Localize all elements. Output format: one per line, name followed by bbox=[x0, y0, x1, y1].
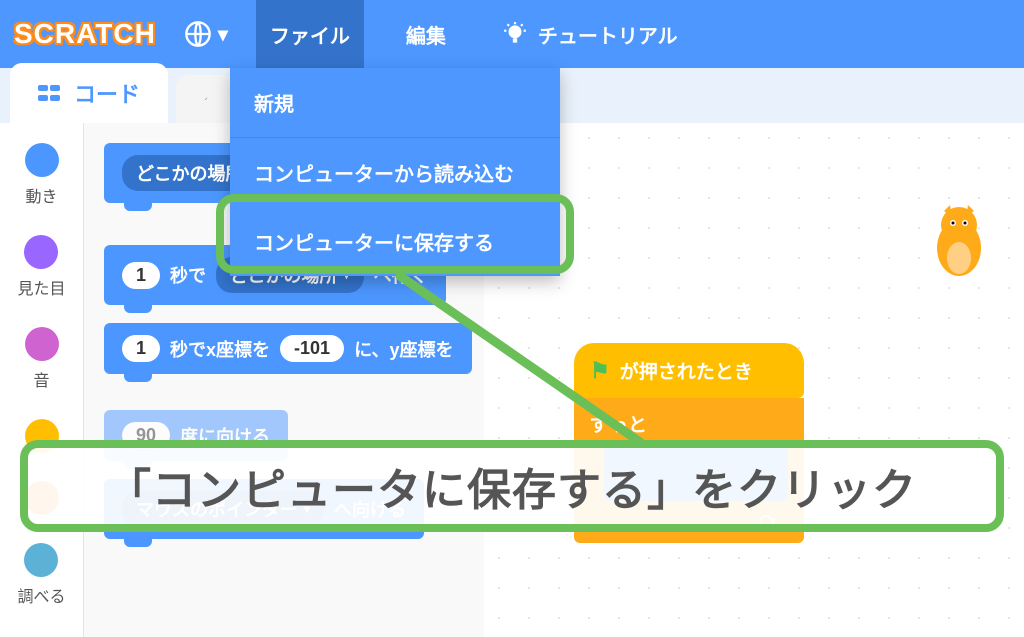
tab-costumes[interactable] bbox=[176, 75, 236, 123]
block-when-flag-clicked[interactable]: ⚑ が押されたとき bbox=[574, 343, 804, 398]
input-glide-secs[interactable]: 1 bbox=[122, 262, 160, 289]
globe-icon bbox=[184, 20, 212, 48]
category-sensing[interactable]: 調べる bbox=[17, 543, 65, 607]
input-glide2-x[interactable]: -101 bbox=[280, 335, 344, 362]
script-workspace[interactable]: ⚑ が押されたとき ずっと bbox=[484, 123, 1024, 637]
category-sound-label: 音 bbox=[33, 367, 49, 391]
looks-dot-icon bbox=[24, 235, 58, 269]
tab-code[interactable]: コード bbox=[10, 63, 168, 123]
lightbulb-icon bbox=[502, 21, 528, 47]
category-looks[interactable]: 見た目 bbox=[17, 235, 65, 299]
instruction-callout: 「コンピュータに保存する」をクリック bbox=[20, 440, 1004, 532]
category-sensing-label: 調べる bbox=[17, 583, 65, 607]
category-motion[interactable]: 動き bbox=[25, 143, 59, 207]
when-flag-label: が押されたとき bbox=[620, 357, 753, 384]
forever-label: ずっと bbox=[590, 415, 647, 436]
category-sound[interactable]: 音 bbox=[25, 327, 59, 391]
category-looks-label: 見た目 bbox=[17, 275, 65, 299]
language-menu[interactable]: ▾ bbox=[184, 20, 228, 48]
chevron-down-icon: ▾ bbox=[218, 22, 228, 47]
menu-tutorials[interactable]: チュートリアル bbox=[488, 0, 692, 69]
block-categories: 動き 見た目 音 調べる bbox=[0, 123, 84, 637]
menu-bar: SCRATCH ▾ ファイル 編集 チュートリアル bbox=[0, 0, 1024, 68]
code-icon bbox=[38, 83, 62, 103]
file-new[interactable]: 新規 bbox=[230, 68, 560, 137]
instruction-text: 「コンピュータに保存する」をクリック bbox=[107, 454, 917, 518]
brush-icon bbox=[204, 89, 208, 109]
category-motion-label: 動き bbox=[25, 183, 57, 207]
tab-code-label: コード bbox=[74, 77, 140, 109]
motion-dot-icon bbox=[25, 143, 59, 177]
scratch-cat-sprite[interactable] bbox=[924, 203, 994, 298]
menu-file[interactable]: ファイル bbox=[256, 0, 364, 69]
file-load-from-computer[interactable]: コンピューターから読み込む bbox=[230, 138, 560, 207]
sound-dot-icon bbox=[25, 327, 59, 361]
menu-edit[interactable]: 編集 bbox=[392, 0, 460, 69]
input-glide2-secs[interactable]: 1 bbox=[122, 335, 160, 362]
file-dropdown: 新規 コンピューターから読み込む コンピューターに保存する bbox=[230, 68, 560, 276]
green-flag-icon: ⚑ bbox=[590, 358, 610, 384]
menu-tutorials-label: チュートリアル bbox=[538, 20, 678, 49]
block-glide-to-xy[interactable]: 1 秒でx座標を -101 に、y座標を bbox=[104, 323, 472, 374]
sensing-dot-icon bbox=[24, 543, 58, 577]
file-save-to-computer[interactable]: コンピューターに保存する bbox=[230, 207, 560, 276]
scratch-logo: SCRATCH bbox=[14, 18, 156, 50]
